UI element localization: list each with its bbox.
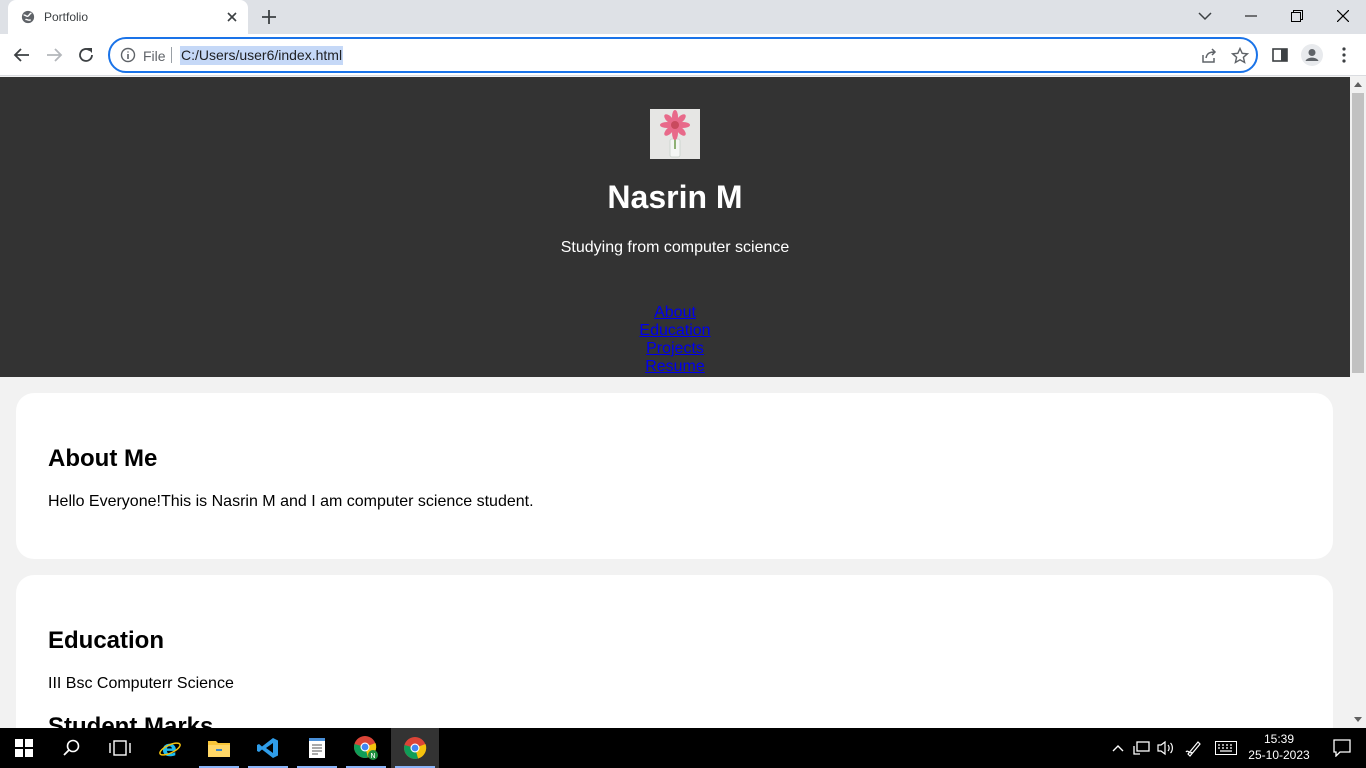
- chrome-icon[interactable]: [391, 728, 439, 768]
- info-icon[interactable]: [120, 47, 136, 63]
- bookmark-star-icon[interactable]: [1231, 47, 1249, 65]
- notifications-icon[interactable]: [1318, 728, 1366, 768]
- windows-taskbar: e N 15:39 25-10-2023: [0, 728, 1366, 768]
- student-marks-heading: Student Marks: [48, 713, 214, 728]
- scroll-down-icon[interactable]: [1354, 717, 1362, 723]
- page-tagline: Studying from computer science: [560, 239, 790, 256]
- address-url[interactable]: C:/Users/user6/index.html: [180, 46, 344, 65]
- about-section: About Me Hello Everyone!This is Nasrin M…: [16, 393, 1333, 559]
- tab-search-icon[interactable]: [1182, 0, 1228, 32]
- address-scheme: File: [143, 48, 166, 64]
- browser-tab[interactable]: Portfolio: [8, 0, 248, 34]
- svg-text:N: N: [370, 752, 375, 760]
- education-text: III Bsc Computerr Science: [48, 675, 234, 692]
- nav-link-resume[interactable]: Resume: [625, 358, 725, 376]
- volume-icon[interactable]: [1154, 728, 1178, 768]
- address-bar[interactable]: File C:/Users/user6/index.html: [108, 37, 1258, 73]
- nav-link-about[interactable]: About: [625, 304, 725, 322]
- file-explorer-icon[interactable]: [195, 728, 243, 768]
- profile-photo: [650, 109, 700, 159]
- windows-start-icon[interactable]: [0, 728, 48, 768]
- forward-icon[interactable]: [43, 44, 65, 66]
- profile-avatar-icon[interactable]: [1301, 44, 1323, 66]
- nav-link-education[interactable]: Education: [625, 322, 725, 340]
- share-icon[interactable]: [1200, 47, 1218, 65]
- scrollbar-thumb[interactable]: [1352, 93, 1364, 373]
- keyboard-icon[interactable]: [1212, 728, 1240, 768]
- taskbar-clock[interactable]: 15:39 25-10-2023: [1248, 731, 1310, 763]
- browser-toolbar: File C:/Users/user6/index.html: [0, 34, 1366, 76]
- new-tab-icon[interactable]: [260, 8, 278, 26]
- about-heading: About Me: [48, 445, 158, 472]
- show-hidden-icons-icon[interactable]: [1106, 728, 1130, 768]
- chrome-profile-icon[interactable]: N: [342, 728, 390, 768]
- close-window-button[interactable]: [1320, 0, 1366, 32]
- vertical-scrollbar[interactable]: [1350, 77, 1366, 728]
- education-section: Education III Bsc Computerr Science Stud…: [16, 575, 1333, 728]
- network-icon[interactable]: [1130, 728, 1154, 768]
- restore-button[interactable]: [1274, 0, 1320, 32]
- notepad-icon[interactable]: [293, 728, 341, 768]
- browser-title-bar: Portfolio: [0, 0, 1366, 34]
- task-view-icon[interactable]: [96, 728, 144, 768]
- site-header: Nasrin M Studying from computer science …: [0, 77, 1350, 377]
- page-title: Nasrin M: [607, 179, 743, 215]
- reload-icon[interactable]: [75, 44, 97, 66]
- vscode-icon[interactable]: [244, 728, 292, 768]
- nav-link-projects[interactable]: Projects: [625, 340, 725, 358]
- side-panel-icon[interactable]: [1270, 45, 1290, 65]
- globe-icon: [21, 10, 35, 24]
- menu-kebab-icon[interactable]: [1334, 45, 1354, 65]
- about-text: Hello Everyone!This is Nasrin M and I am…: [48, 493, 534, 510]
- tab-title: Portfolio: [44, 10, 89, 24]
- close-tab-icon[interactable]: [224, 9, 240, 25]
- scroll-up-icon[interactable]: [1354, 81, 1362, 87]
- back-icon[interactable]: [11, 44, 33, 66]
- internet-explorer-icon[interactable]: e: [146, 728, 194, 768]
- page-viewport: Nasrin M Studying from computer science …: [0, 77, 1350, 728]
- pen-icon[interactable]: [1182, 728, 1206, 768]
- search-icon[interactable]: [48, 728, 96, 768]
- address-separator: [171, 47, 172, 63]
- site-nav: About Education Projects Resume: [0, 304, 1350, 376]
- clock-date: 25-10-2023: [1248, 748, 1310, 762]
- education-heading: Education: [48, 627, 165, 654]
- clock-time: 15:39: [1263, 732, 1295, 746]
- minimize-button[interactable]: [1228, 0, 1274, 32]
